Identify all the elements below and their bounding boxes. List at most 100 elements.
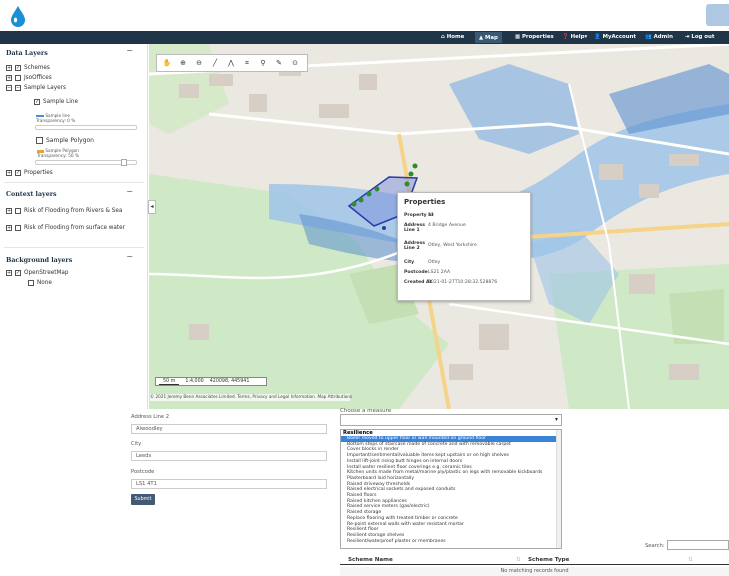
- collapse-context-layers-button[interactable]: −: [126, 187, 133, 196]
- measure-area-icon[interactable]: ⋀: [226, 59, 236, 67]
- radio-unchecked[interactable]: [28, 280, 34, 286]
- layer-surface-water[interactable]: + Risk of Flooding from surface water: [6, 225, 144, 231]
- submit-button[interactable]: Submit: [131, 494, 155, 505]
- pin-icon[interactable]: ⚲: [258, 59, 268, 67]
- map-attribution[interactable]: © 2021 Jeremy Benn Associates Limited. T…: [150, 394, 352, 401]
- layer-jsoffices[interactable]: + JsoOffices: [6, 75, 52, 81]
- caret-down-icon: ▾: [584, 34, 588, 40]
- address-line-2-field[interactable]: Alwoodley: [131, 424, 327, 434]
- checkbox-checked[interactable]: ✓: [15, 170, 21, 176]
- layer-label: Sample Layers: [24, 85, 66, 91]
- checkbox-unchecked[interactable]: [15, 225, 21, 231]
- logo-drop-icon[interactable]: [8, 5, 28, 27]
- mouse-coords: 420098, 445941: [209, 379, 250, 384]
- transparency-slider[interactable]: [35, 159, 137, 166]
- divider: [4, 247, 144, 248]
- checkbox-unchecked[interactable]: [36, 137, 43, 144]
- corner-logo: [706, 4, 729, 26]
- measure-line-icon[interactable]: ╱: [210, 59, 220, 67]
- sort-icon[interactable]: ⇅: [688, 557, 693, 563]
- nav-map-label: Map: [485, 35, 498, 41]
- sidebar-collapse-button[interactable]: ◂: [148, 200, 156, 214]
- polygon-swatch: [37, 149, 44, 153]
- layer-label: Risk of Flooding from surface water: [24, 225, 125, 231]
- layer-sample-layers[interactable]: − − Sample Layers: [6, 85, 66, 91]
- column-scheme-name[interactable]: Scheme Name: [348, 557, 393, 563]
- top-bar: [0, 0, 729, 31]
- nav-admin-label: Admin: [653, 34, 673, 40]
- nav-properties[interactable]: ▦ Properties: [515, 34, 554, 40]
- nav-admin[interactable]: 👥 Admin: [645, 34, 673, 40]
- scale-bar: 50 m 1:4,000 420098, 445941: [155, 377, 267, 386]
- expand-icon[interactable]: +: [6, 170, 12, 176]
- measure-listbox[interactable]: Resilience Boiler moved to upper floor o…: [340, 429, 562, 549]
- layer-label: Sample Line: [43, 99, 78, 105]
- slider-handle[interactable]: [121, 159, 127, 166]
- layer-sample-polygon[interactable]: Sample Polygon: [36, 137, 94, 144]
- radio-checked[interactable]: ✓: [15, 270, 21, 276]
- transparency-label: Transparency: 50 %: [37, 154, 80, 159]
- scale-ratio: 1:4,000: [185, 379, 204, 384]
- nav-logout[interactable]: ⇥ Log out: [685, 34, 714, 40]
- transparency-slider[interactable]: [35, 125, 137, 130]
- checkbox-unchecked[interactable]: [15, 75, 21, 81]
- nav-logout-label: Log out: [691, 34, 715, 40]
- checkbox-checked[interactable]: ✓: [15, 65, 21, 71]
- layer-sample-line[interactable]: ✓ Sample Line: [34, 99, 78, 105]
- user-icon: 👤: [594, 34, 603, 40]
- expand-icon[interactable]: +: [6, 75, 12, 81]
- data-layers-heading: Data Layers: [6, 50, 48, 57]
- expand-icon[interactable]: +: [6, 225, 12, 231]
- edit-icon[interactable]: ✎: [274, 59, 284, 67]
- checkbox-unchecked[interactable]: [15, 208, 21, 214]
- users-icon: 👥: [645, 34, 654, 40]
- popup-value: 43: [428, 213, 434, 218]
- context-layers-heading: Context layers: [6, 191, 57, 198]
- layer-sidebar: Data Layers − + ✓ Schemes + JsoOffices − − Sa…: [0, 44, 148, 409]
- listbox-scrollbar[interactable]: [556, 430, 561, 548]
- collapse-data-layers-button[interactable]: −: [126, 46, 133, 55]
- postcode-field[interactable]: LS1 4T1: [131, 479, 327, 489]
- legend-label: Sample line: [45, 113, 70, 118]
- measure-select[interactable]: ▾: [340, 414, 562, 426]
- layer-rivers-sea[interactable]: + Risk of Flooding from Rivers & Sea: [6, 208, 144, 214]
- divider: [4, 182, 144, 183]
- nav-help[interactable]: ❓ Help▾: [562, 34, 587, 40]
- measure-option[interactable]: Resilient/waterproof plaster or membrane…: [341, 539, 561, 545]
- empty-table-message: No matching records found: [340, 567, 729, 576]
- sort-icon[interactable]: ⇅: [516, 557, 521, 563]
- nav-home[interactable]: ⌂ Home: [441, 34, 464, 40]
- nav-properties-label: Properties: [521, 34, 554, 40]
- zoom-in-icon[interactable]: ⊕: [178, 59, 188, 67]
- properties-popup: Properties Property Id 43 Address Line 1…: [397, 192, 531, 301]
- layer-label: None: [37, 280, 52, 286]
- collapse-background-layers-button[interactable]: −: [126, 252, 133, 261]
- popup-value: LS21 2AA: [428, 270, 451, 275]
- nav-myaccount[interactable]: 👤 MyAccount: [594, 34, 636, 40]
- expand-icon[interactable]: +: [6, 208, 12, 214]
- expand-icon[interactable]: +: [6, 270, 12, 276]
- table-header: Scheme Name ⇅ Scheme Type ⇅: [340, 555, 729, 565]
- nav-map[interactable]: ▲ Map: [475, 32, 502, 43]
- layer-osm[interactable]: + ✓ OpenStreetMap: [6, 270, 68, 276]
- pan-hand-icon[interactable]: ✋: [162, 59, 172, 67]
- zoom-out-icon[interactable]: ⊖: [194, 59, 204, 67]
- zoom-extent-icon[interactable]: ⊙: [290, 59, 300, 67]
- background-layers-heading: Background layers: [6, 257, 73, 264]
- city-field[interactable]: Leeds: [131, 451, 327, 461]
- layer-label: Properties: [24, 170, 53, 176]
- layer-properties[interactable]: + ✓ Properties: [6, 170, 53, 176]
- collapse-icon[interactable]: −: [6, 85, 12, 91]
- nav-help-label: Help: [570, 34, 585, 40]
- expand-icon[interactable]: +: [6, 65, 12, 71]
- search-input[interactable]: [667, 540, 729, 550]
- layer-none[interactable]: None: [28, 280, 52, 286]
- column-scheme-type[interactable]: Scheme Type: [528, 557, 569, 563]
- layer-schemes[interactable]: + ✓ Schemes: [6, 65, 50, 71]
- checkbox-checked[interactable]: ✓: [34, 99, 40, 105]
- bounding-box-icon[interactable]: ⌗: [242, 59, 252, 68]
- checkbox-partial[interactable]: −: [15, 85, 21, 91]
- legend-label: Sample Polygon: [45, 148, 79, 153]
- layer-label: Schemes: [24, 65, 50, 71]
- map-toolbar: ✋ ⊕ ⊖ ╱ ⋀ ⌗ ⚲ ✎ ⊙: [156, 54, 308, 72]
